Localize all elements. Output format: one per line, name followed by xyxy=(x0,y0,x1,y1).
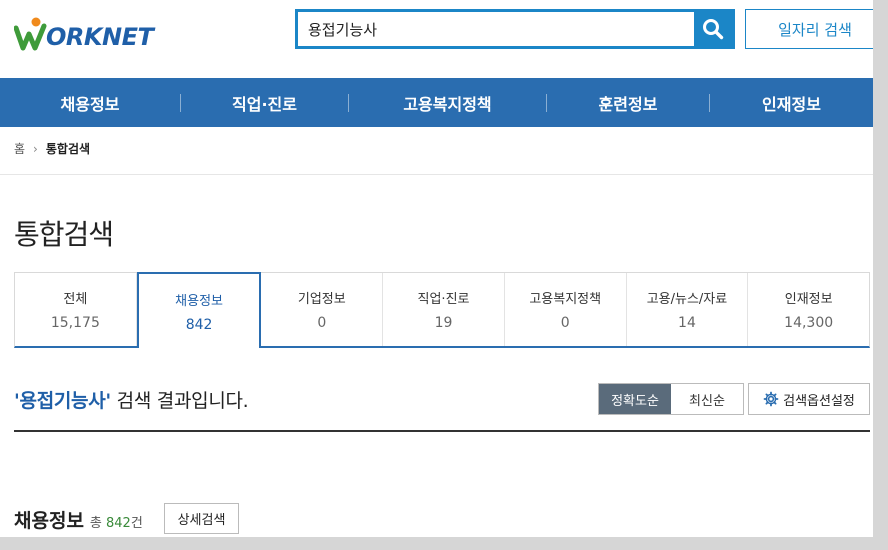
tab-talent[interactable]: 인재정보 14,300 xyxy=(748,273,869,346)
tab-label: 채용정보 xyxy=(175,293,223,309)
tab-career[interactable]: 직업·진로 19 xyxy=(383,273,505,346)
category-tabs: 전체 15,175 채용정보 842 기업정보 0 직업·진로 19 고용복지정… xyxy=(14,272,870,348)
search-input[interactable] xyxy=(298,12,694,46)
tab-news[interactable]: 고용/뉴스/자료 14 xyxy=(627,273,749,346)
tab-label: 고용복지정책 xyxy=(529,292,602,307)
sort-accuracy-button[interactable]: 정확도순 xyxy=(599,384,671,414)
logo-w-mark-icon xyxy=(14,17,47,51)
page: ORKNET 일자리 검색 채용정보 직업·진로 고용복지정책 훈련정보 인재정… xyxy=(0,0,873,537)
section-total: 총 842건 xyxy=(90,512,143,531)
breadcrumb: 홈 › 통합검색 xyxy=(14,140,90,157)
result-suffix: 검색 결과입니다. xyxy=(110,390,249,412)
divider xyxy=(14,430,870,432)
section-header: 채용정보 총 842건 xyxy=(14,506,143,533)
tab-label: 고용/뉴스/자료 xyxy=(646,292,728,307)
site-header: ORKNET 일자리 검색 xyxy=(0,0,873,78)
result-summary: '용접기능사' 검색 결과입니다. xyxy=(14,386,249,413)
tab-count: 14,300 xyxy=(784,315,834,331)
search-box xyxy=(295,9,735,49)
logo-text: ORKNET xyxy=(46,23,154,51)
sort-toggle: 정확도순 최신순 xyxy=(598,383,744,415)
tab-count: 14 xyxy=(678,315,696,331)
divider xyxy=(0,174,873,175)
breadcrumb-current: 통합검색 xyxy=(45,142,91,156)
scrollbar-track[interactable] xyxy=(873,0,888,550)
nav-item-jobs[interactable]: 채용정보 xyxy=(0,91,180,115)
tab-company[interactable]: 기업정보 0 xyxy=(261,273,384,346)
search-options-button[interactable]: 검색옵션설정 xyxy=(748,383,870,415)
breadcrumb-home[interactable]: 홈 xyxy=(14,140,25,157)
tab-welfare[interactable]: 고용복지정책 0 xyxy=(505,273,627,346)
tab-count: 0 xyxy=(560,315,570,331)
tab-label: 인재정보 xyxy=(784,292,833,307)
detail-search-button[interactable]: 상세검색 xyxy=(164,503,239,534)
chevron-right-icon: › xyxy=(33,141,38,156)
nav-item-welfare[interactable]: 고용복지정책 xyxy=(349,91,546,115)
tab-all[interactable]: 전체 15,175 xyxy=(15,273,137,346)
worknet-logo[interactable]: ORKNET xyxy=(14,16,154,52)
nav-item-talent[interactable]: 인재정보 xyxy=(710,91,873,115)
search-options-label: 검색옵션설정 xyxy=(783,393,855,409)
page-title: 통합검색 xyxy=(14,218,114,251)
tab-jobs[interactable]: 채용정보 842 xyxy=(136,272,262,348)
tab-count: 15,175 xyxy=(50,315,100,331)
gear-icon xyxy=(763,391,779,407)
tab-label: 전체 xyxy=(63,292,88,307)
section-title: 채용정보 xyxy=(14,510,84,532)
section-total-count: 842 xyxy=(106,516,131,531)
tab-count: 842 xyxy=(185,316,213,333)
result-keyword: '용접기능사' xyxy=(14,390,111,412)
main-nav: 채용정보 직업·진로 고용복지정책 훈련정보 인재정보 xyxy=(0,78,873,127)
section-total-prefix: 총 xyxy=(89,516,107,531)
search-icon xyxy=(703,19,724,40)
section-total-suffix: 건 xyxy=(130,516,143,531)
nav-item-training[interactable]: 훈련정보 xyxy=(547,91,709,115)
tab-label: 기업정보 xyxy=(297,292,346,307)
sort-latest-button[interactable]: 최신순 xyxy=(671,384,743,414)
tab-label: 직업·진로 xyxy=(417,292,470,307)
tab-count: 19 xyxy=(434,315,453,331)
search-button[interactable] xyxy=(694,12,732,46)
nav-item-career[interactable]: 직업·진로 xyxy=(181,91,348,115)
tab-count: 0 xyxy=(317,315,327,331)
job-search-button[interactable]: 일자리 검색 xyxy=(745,9,873,49)
